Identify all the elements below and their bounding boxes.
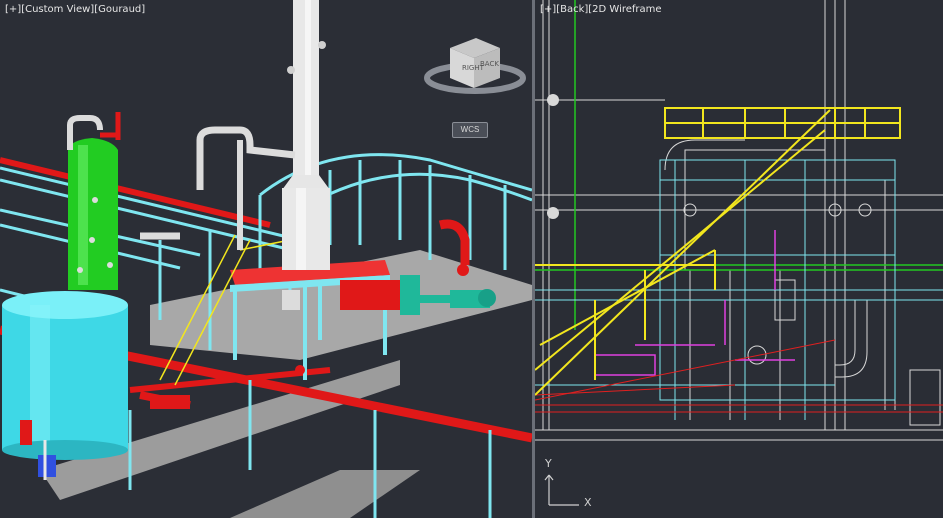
wireframe-magenta	[594, 230, 795, 376]
viewport-controls-menu[interactable]: [+]	[540, 4, 556, 15]
view-menu[interactable]: [Back]	[556, 4, 588, 15]
left-viewport[interactable]: [+][Custom View][Gouraud] RIGHT BACK WCS	[0, 0, 532, 518]
ucs-y-label: Y	[545, 457, 552, 470]
wireframe-green	[535, 0, 943, 330]
ucs-icon[interactable]	[544, 474, 579, 506]
foundation-beam-2	[230, 470, 420, 518]
wcs-menu[interactable]: WCS	[452, 122, 488, 138]
right-viewport-label[interactable]: [+][Back][2D Wireframe	[540, 4, 662, 15]
visual-style-menu[interactable]: [2D Wireframe	[588, 4, 661, 15]
wireframe-canvas[interactable]	[535, 0, 943, 518]
viewcube-back-label: BACK	[480, 60, 499, 68]
wireframe-white	[535, 0, 943, 441]
right-viewport[interactable]: [+][Back][2D Wireframe Y X	[535, 0, 943, 518]
viewcube[interactable]: RIGHT BACK	[0, 0, 532, 140]
wireframe-red	[535, 339, 943, 413]
red-pipe-upper	[0, 157, 271, 228]
ucs-x-label: X	[584, 496, 592, 509]
